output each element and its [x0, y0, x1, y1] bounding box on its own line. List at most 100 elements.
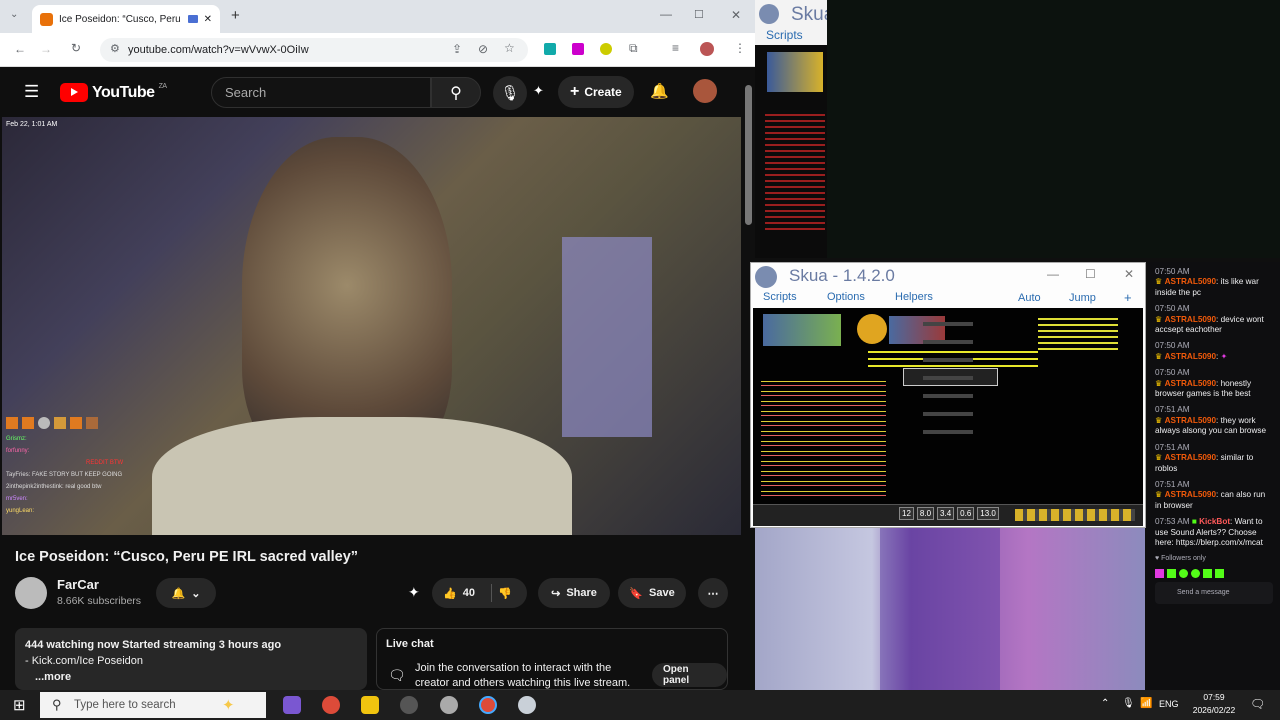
skill-value[interactable]: 12	[899, 507, 914, 520]
chrome-menu-icon[interactable]: ⋮	[734, 41, 746, 55]
skua-add-button[interactable]: +	[1124, 290, 1132, 305]
youtube-logo[interactable]: YouTube ZA	[60, 83, 167, 102]
notifications-bell-icon[interactable]: 🔔	[650, 82, 669, 100]
webcam-window	[755, 528, 1145, 690]
extension-icon[interactable]	[544, 43, 556, 55]
thumbs-down-icon[interactable]: 👎	[498, 587, 512, 600]
skua-menu-options[interactable]: Options	[827, 291, 865, 303]
emote-icon[interactable]	[1191, 568, 1200, 578]
hamburger-menu-icon[interactable]: ☰	[24, 82, 39, 102]
channel-name[interactable]: FarCar	[57, 577, 99, 592]
chat-user[interactable]: ASTRAL5090	[1165, 416, 1216, 425]
skua-taskbar-icon[interactable]	[518, 696, 536, 714]
extension-icon[interactable]	[572, 43, 584, 55]
voice-search-button[interactable]: 🎙	[493, 76, 527, 110]
chat-user[interactable]: ASTRAL5090	[1165, 352, 1216, 361]
file-explorer-icon[interactable]	[361, 696, 379, 714]
skua-minimize-button[interactable]: —	[1047, 267, 1059, 281]
minimize-button[interactable]: —	[660, 7, 672, 21]
maximize-button[interactable]: ☐	[694, 8, 704, 21]
forward-icon[interactable]: →	[40, 42, 52, 56]
skua-jump-button[interactable]: Jump	[1069, 292, 1096, 304]
clock-time[interactable]: 07:59	[1199, 692, 1229, 702]
more-actions-button[interactable]: ⋯	[698, 578, 728, 608]
search-button[interactable]: ⚲	[431, 77, 481, 108]
tray-chevron-icon[interactable]: ⌃	[1101, 698, 1109, 709]
chat-user[interactable]: ASTRAL5090	[1165, 277, 1216, 286]
scrollbar-thumb[interactable]	[745, 85, 752, 225]
share-button[interactable]: ↪ Share	[538, 578, 610, 608]
emote-icon[interactable]	[1215, 568, 1224, 578]
account-avatar[interactable]	[693, 79, 717, 103]
eye-off-icon[interactable]: ⊘	[478, 42, 488, 56]
copilot-icon[interactable]	[283, 696, 301, 714]
site-info-icon[interactable]: ⚙	[110, 42, 120, 55]
save-button[interactable]: 🔖 Save	[618, 578, 686, 608]
search-input[interactable]: Search	[211, 77, 431, 108]
obs-icon[interactable]	[400, 696, 418, 714]
chat-user[interactable]: ASTRAL5090	[1165, 453, 1216, 462]
create-button[interactable]: + Create	[558, 76, 634, 108]
crown-icon: ♛	[1155, 415, 1163, 425]
send-message-input[interactable]: Send a message	[1155, 581, 1273, 604]
description-box[interactable]: 444 watching now Started streaming 3 hou…	[15, 628, 367, 690]
install-app-icon[interactable]: ⇪	[452, 42, 462, 56]
subscriber-count: 8.66K subscribers	[57, 595, 142, 607]
extension-icon[interactable]	[600, 43, 612, 55]
extensions-puzzle-icon[interactable]: ⧉	[629, 41, 638, 56]
chat-user[interactable]: ASTRAL5090	[1165, 315, 1216, 324]
emote-icon[interactable]	[1167, 568, 1176, 578]
gemini-icon[interactable]: ✦	[533, 83, 544, 99]
tab-search-icon[interactable]: ⌄	[10, 9, 18, 20]
overlay-chat-line: yungLean:	[6, 508, 35, 514]
skill-value[interactable]: 13.0	[977, 507, 999, 520]
new-tab-button[interactable]: +	[231, 7, 240, 24]
live-chat-panel: Live chat 🗨 Join the conversation to int…	[376, 628, 728, 690]
emote-icon[interactable]	[1203, 568, 1212, 578]
reading-list-icon[interactable]: ≡	[672, 41, 679, 55]
quest-list	[923, 308, 973, 448]
skua-menu-scripts[interactable]: Scripts	[763, 291, 797, 303]
back-icon[interactable]: ←	[14, 42, 26, 56]
chat-user[interactable]: ASTRAL5090	[1165, 379, 1216, 388]
mic-tray-icon[interactable]: 🎙	[1122, 698, 1135, 709]
like-button[interactable]: 👍 40 👎	[432, 578, 527, 608]
emote-icon[interactable]	[1179, 568, 1188, 578]
open-panel-button[interactable]: Open panel	[652, 663, 727, 687]
close-window-button[interactable]: ✕	[731, 8, 741, 22]
browser-tab[interactable]: Ice Poseidon: “Cusco, Peru ✕	[32, 5, 220, 33]
chrome-active-icon[interactable]	[479, 696, 497, 714]
emote-icon[interactable]	[1155, 568, 1164, 578]
video-timestamp: Feb 22, 1:01 AM	[6, 121, 58, 128]
bookmark-star-icon[interactable]: ☆	[504, 41, 515, 55]
wifi-icon[interactable]: 📶	[1140, 698, 1152, 709]
show-more-link[interactable]: ...more	[35, 669, 357, 685]
channel-avatar[interactable]	[15, 577, 47, 609]
notification-subscribe-button[interactable]: 🔔 ⌄	[156, 578, 216, 608]
profile-avatar[interactable]	[700, 42, 714, 56]
chrome-taskbar-icon[interactable]	[322, 696, 340, 714]
skua-menu-helpers[interactable]: Helpers	[895, 291, 933, 303]
game-hud	[767, 52, 823, 92]
sparkle-ask-icon[interactable]: ✦	[408, 584, 420, 601]
tab-close-icon[interactable]: ✕	[204, 14, 212, 25]
skua-auto-button[interactable]: Auto	[1018, 292, 1041, 304]
skill-value[interactable]: 0.6	[957, 507, 975, 520]
skill-value[interactable]: 8.0	[916, 507, 935, 520]
language-indicator[interactable]: ENG	[1159, 699, 1179, 709]
skua-scripts-menu[interactable]: Scripts	[766, 28, 803, 42]
chat-user[interactable]: KickBot	[1199, 517, 1230, 526]
toolbar-icons[interactable]	[1015, 509, 1135, 521]
chat-user[interactable]: ASTRAL5090	[1165, 490, 1216, 499]
video-player[interactable]: Feb 22, 1:01 AM Grismz: forfunny: REDDIT…	[2, 117, 741, 535]
notifications-icon[interactable]: 🗨	[1250, 697, 1265, 711]
skua-maximize-button[interactable]: ☐	[1085, 267, 1096, 281]
address-bar[interactable]: ⚙ youtube.com/watch?v=wVvwX-0OiIw ⇪ ⊘ ☆	[100, 38, 528, 62]
clock-date[interactable]: 2026/02/22	[1187, 705, 1241, 715]
skill-value[interactable]: 3.4	[937, 507, 955, 520]
app-icon[interactable]	[440, 696, 458, 714]
windows-start-icon[interactable]: ⊞	[13, 696, 26, 714]
reload-icon[interactable]: ↻	[71, 41, 81, 55]
game-viewport[interactable]: 12 8.0 3.4 0.6 13.0	[753, 308, 1143, 526]
skua-close-button[interactable]: ✕	[1124, 267, 1134, 281]
